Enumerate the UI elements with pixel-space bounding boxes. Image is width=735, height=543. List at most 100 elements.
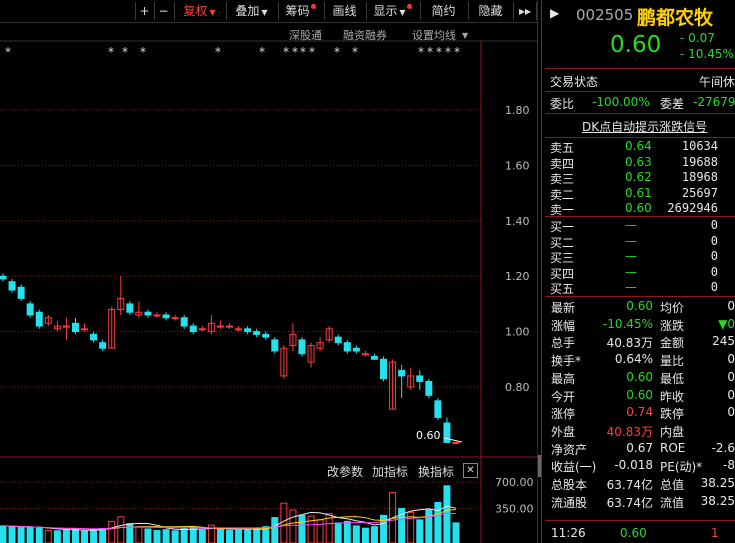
candle-body — [126, 303, 134, 313]
volume-bar — [361, 527, 369, 543]
stat-label: 换手* — [551, 354, 582, 369]
event-star-icon[interactable]: * — [122, 45, 128, 59]
volume-bar — [35, 527, 43, 543]
price-change-pct: - 10.45% — [680, 47, 734, 61]
candle-body — [153, 314, 161, 317]
volume-bar — [416, 519, 424, 543]
tick-time: 11:26 — [551, 526, 586, 540]
event-star-icon[interactable]: * — [309, 45, 315, 59]
volume-bar — [334, 522, 342, 543]
stat-value: 0.74 — [626, 405, 653, 420]
sell-level-price: 0.61 — [625, 185, 652, 200]
event-star-icon[interactable]: * — [445, 45, 451, 59]
volume-bar — [298, 514, 306, 543]
candle-body — [452, 441, 460, 444]
volume-bar — [8, 526, 16, 543]
candle-body — [334, 336, 342, 344]
divider — [545, 520, 735, 521]
price-tick-label: 1.40 — [505, 215, 530, 228]
stat-value: 40.83万 — [606, 424, 653, 439]
volume-ma10-line — [2, 509, 457, 530]
event-star-icon[interactable]: * — [259, 45, 265, 59]
stat-label: 最高 — [551, 371, 576, 386]
volume-bar — [26, 527, 34, 543]
stat-label: 今开 — [551, 389, 576, 404]
jiazhibiao-button[interactable]: 加指标 — [372, 463, 408, 480]
event-star-icon[interactable]: * — [454, 45, 460, 59]
stat-value: 38.25 — [700, 493, 735, 508]
gaicanshu-button[interactable]: 改参数 — [327, 463, 363, 480]
buy-level-label: 买四 — [550, 266, 575, 281]
stat-label: 收益(一) — [551, 460, 597, 475]
event-star-icon[interactable]: * — [300, 45, 306, 59]
candle-body — [0, 275, 7, 280]
weicha-label: 委差 — [660, 97, 685, 111]
event-star-icon[interactable]: * — [418, 45, 424, 59]
kline-chart[interactable]: 1.80 1.60 1.40 1.20 1.00 0.80 700.00 350.00 — [0, 0, 538, 543]
volume-bar — [253, 527, 261, 543]
chart-grid — [0, 0, 538, 543]
dk-signal-link[interactable]: DK点自动提示涨跌信号 — [582, 118, 707, 135]
last-price-label: 0.60 — [416, 429, 441, 442]
event-star-icon[interactable]: * — [215, 45, 221, 59]
volume-bar — [235, 529, 243, 543]
event-star-icon[interactable]: * — [108, 45, 114, 59]
stat-label: 流通股 — [551, 495, 588, 510]
candle-body — [90, 333, 98, 341]
chevron-down-icon[interactable]: ▼ — [462, 31, 468, 40]
event-star-icon[interactable]: * — [283, 45, 289, 59]
candle-body — [180, 317, 188, 327]
divider — [545, 113, 735, 114]
buy-level-volume: 0 — [710, 264, 718, 279]
candlestick-series — [0, 273, 463, 444]
candle-body — [216, 325, 224, 328]
volume-bar — [198, 529, 206, 543]
volume-bar — [226, 529, 233, 543]
close-icon[interactable]: ✕ — [463, 463, 478, 478]
stat-label: 流值 — [660, 495, 685, 510]
status-label: 交易状态 — [550, 75, 599, 89]
huanzhibiao-button[interactable]: 换指标 — [418, 463, 454, 480]
candle-body — [298, 339, 306, 355]
volume-tick-label: 700.00 — [495, 476, 534, 489]
buy-level-label: 买二 — [550, 235, 575, 250]
event-star-icon[interactable]: * — [352, 45, 358, 59]
rongzi-link[interactable]: 融资融券 — [343, 27, 387, 43]
volume-bar — [117, 516, 125, 543]
candle-body — [71, 322, 79, 333]
ma-setting-link[interactable]: 设置均线 — [412, 27, 456, 43]
stat-label: 量比 — [660, 354, 685, 369]
shengu-link[interactable]: 深股通 — [289, 27, 322, 43]
candle-body — [425, 380, 433, 396]
volume-bar — [90, 529, 98, 543]
divider — [545, 137, 735, 138]
event-star-icon[interactable]: * — [436, 45, 442, 59]
buy-level-label: 买五 — [550, 282, 575, 296]
event-star-icon[interactable]: * — [427, 45, 433, 59]
candle-body — [235, 328, 243, 331]
volume-bar — [380, 514, 388, 543]
event-star-icon[interactable]: * — [292, 45, 298, 59]
weibi-value: -100.00% — [592, 95, 650, 109]
buy-level-volume: 0 — [710, 233, 718, 248]
candle-body — [361, 353, 369, 356]
stat-label: 涨幅 — [551, 318, 576, 333]
collapse-arrow-icon[interactable]: ▶ — [550, 6, 559, 20]
stock-name: 鹏都农牧 — [637, 7, 714, 29]
stat-label: PE(动)* — [660, 460, 703, 475]
volume-bar — [316, 519, 324, 543]
volume-series — [0, 485, 460, 543]
moving-average-lines — [2, 505, 457, 531]
candle-body — [380, 358, 388, 380]
event-star-icon[interactable]: * — [5, 45, 11, 59]
price-change: - 0.07 — [680, 31, 715, 45]
stat-value: 245 — [712, 334, 735, 349]
buy-level-volume: 0 — [710, 280, 718, 294]
event-star-icon[interactable]: * — [140, 45, 146, 59]
weibi-label: 委比 — [550, 97, 575, 111]
event-star-icon[interactable]: * — [334, 45, 340, 59]
stat-value: 0.60 — [626, 387, 653, 402]
stat-label: 均价 — [660, 301, 685, 315]
candle-body — [416, 375, 424, 382]
stat-label: 总股本 — [551, 478, 588, 492]
